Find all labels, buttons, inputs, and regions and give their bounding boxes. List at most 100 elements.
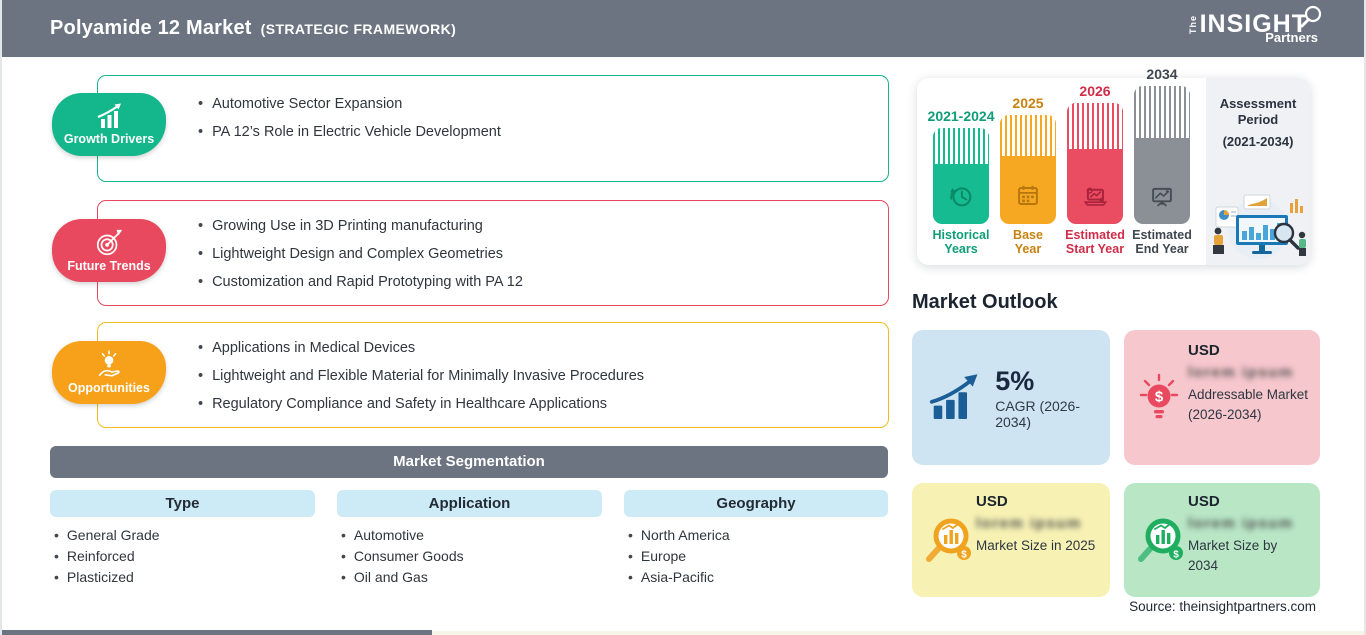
list-item: Consumer Goods — [341, 546, 602, 567]
cagr-value: 5% — [995, 365, 1035, 396]
list-item: Customization and Rapid Prototyping with… — [198, 268, 868, 296]
bar-group-start: 2026 Estimated Start Year — [1065, 83, 1125, 257]
market-outlook-title: Market Outlook — [912, 291, 1058, 313]
bottom-strip-dark — [2, 630, 432, 635]
growth-drivers-badge: Growth Drivers — [52, 93, 166, 156]
logo-the: The — [1187, 14, 1198, 34]
target-arrow-icon — [96, 229, 123, 256]
assessment-line: Period — [1237, 112, 1279, 127]
bar-hatch — [1134, 86, 1190, 139]
opportunities-badge: Opportunities — [52, 341, 166, 404]
segmentation-column-type: Type General Grade Reinforced Plasticize… — [50, 490, 315, 588]
column-list: Automotive Consumer Goods Oil and Gas — [337, 517, 602, 588]
card-body: USD lorem ipsum Addressable Market (2026… — [1188, 342, 1310, 425]
caption-line: Base — [1013, 228, 1043, 242]
segmentation-column-application: Application Automotive Consumer Goods Oi… — [337, 490, 602, 588]
svg-text:$: $ — [1155, 388, 1164, 405]
bar-caption: Estimated Start Year — [1065, 228, 1125, 257]
future-trends-badge: Future Trends — [52, 219, 166, 282]
list-item: Automotive Sector Expansion — [198, 90, 868, 118]
badge-label: Future Trends — [67, 259, 151, 273]
caption-line: Estimated — [1065, 228, 1125, 242]
bar-hatch — [933, 128, 989, 165]
card-currency: USD — [1188, 342, 1220, 359]
page-subtitle: (STRATEGIC FRAMEWORK) — [260, 21, 457, 37]
list-item: Regulatory Compliance and Safety in Heal… — [198, 390, 868, 418]
list-item: Asia-Pacific — [628, 567, 888, 588]
badge-label: Opportunities — [68, 381, 150, 395]
caption-line: Year — [1014, 241, 1042, 256]
card-label: Market Size by 2034 — [1188, 538, 1278, 573]
bar-group-base: 2025 Base Year — [1000, 95, 1056, 257]
laptop-analytics-icon — [1083, 187, 1108, 206]
opportunities-box: Applications in Medical Devices Lightwei… — [97, 322, 889, 428]
calendar-icon — [1018, 185, 1038, 205]
future-trends-box: Growing Use in 3D Printing manufacturing… — [97, 200, 889, 306]
dollar-bulb-icon: $ — [1139, 373, 1179, 418]
cagr-label: CAGR (2026-2034) — [995, 397, 1081, 430]
presentation-chart-icon — [1152, 187, 1172, 207]
infographic-page: Polyamide 12 Market (STRATEGIC FRAMEWORK… — [0, 0, 1366, 635]
estimated-start-year-bar — [1067, 103, 1123, 224]
card-hidden-value: lorem ipsum — [1188, 364, 1294, 381]
card-currency: USD — [976, 493, 1008, 510]
card-label: Addressable Market (2026-2034) — [1188, 387, 1309, 422]
list-item: Lightweight and Flexible Material for Mi… — [198, 362, 868, 390]
growth-drivers-list: Automotive Sector Expansion PA 12’s Role… — [98, 76, 888, 146]
bar-group-historical: 2021-2024 Historical Years — [928, 108, 995, 257]
caption-line: Years — [944, 241, 978, 256]
list-item: Reinforced — [54, 546, 315, 567]
bar-chart-up-icon — [97, 103, 121, 128]
card-label: Market Size in 2025 — [976, 538, 1096, 553]
base-year-bar — [1000, 115, 1056, 224]
list-item: Lightweight Design and Complex Geometrie… — [198, 240, 868, 268]
card-body: USD lorem ipsum Market Size by 2034 — [1188, 493, 1310, 576]
future-trends-list: Growing Use in 3D Printing manufacturing… — [98, 201, 888, 296]
bar-caption: Base Year — [1013, 228, 1043, 257]
bar-year-label: 2026 — [1079, 83, 1111, 99]
history-clock-icon — [950, 187, 972, 207]
assessment-timeline-card: 2021-2024 Historical Years 2025 Base Yea… — [917, 66, 1310, 265]
card-body: USD lorem ipsum Market Size in 2025 — [976, 493, 1100, 556]
assessment-period-range: (2021-2034) — [1222, 134, 1294, 149]
timeline-bars: 2021-2024 Historical Years 2025 Base Yea… — [928, 66, 1192, 265]
segmentation-column-geography: Geography North America Europe Asia-Paci… — [624, 490, 888, 588]
badge-label: Growth Drivers — [63, 132, 155, 146]
bar-group-end: 2034 Estimated End Year — [1132, 66, 1192, 257]
growth-drivers-box: Automotive Sector Expansion PA 12’s Role… — [97, 75, 889, 182]
svg-text:$: $ — [1173, 549, 1179, 560]
bar-caption: Historical Years — [932, 228, 990, 257]
bar-caption: Estimated End Year — [1132, 228, 1192, 257]
header-title: Polyamide 12 Market (STRATEGIC FRAMEWORK… — [50, 17, 456, 40]
insight-partners-logo: The INSIGHT Partners — [1187, 5, 1338, 45]
market-segmentation-header: Market Segmentation — [50, 446, 888, 478]
caption-line: Start Year — [1065, 241, 1125, 256]
bulb-in-hand-icon — [98, 350, 120, 377]
bar-hatch — [1067, 103, 1123, 149]
assessment-period-panel: Assessment Period (2021-2034) — [1206, 78, 1310, 265]
bottom-strip-light — [432, 631, 1364, 635]
source-attribution: Source: theinsightpartners.com — [1129, 599, 1316, 614]
list-item: Europe — [628, 546, 888, 567]
page-title: Polyamide 12 Market — [50, 17, 252, 39]
bar-hatch — [1000, 115, 1056, 157]
addressable-market-card: $ USD lorem ipsum Addressable Market (20… — [1124, 330, 1320, 465]
column-header: Application — [337, 490, 602, 517]
growth-bars-arrow-icon — [929, 373, 978, 419]
caption-line: End Year — [1135, 241, 1189, 256]
list-item: Applications in Medical Devices — [198, 334, 868, 362]
list-item: General Grade — [54, 525, 315, 546]
opportunities-list: Applications in Medical Devices Lightwei… — [98, 323, 888, 418]
list-item: Growing Use in 3D Printing manufacturing — [198, 212, 868, 240]
estimated-end-year-bar — [1134, 86, 1190, 224]
magnifier-chart-icon: $ — [926, 518, 971, 562]
list-item: PA 12’s Role in Electric Vehicle Develop… — [198, 118, 868, 146]
bar-year-label: 2034 — [1146, 66, 1178, 82]
caption-line: Historical — [932, 228, 990, 242]
list-item: North America — [628, 525, 888, 546]
bar-year-label: 2021-2024 — [927, 108, 995, 124]
magnifier-icon — [1300, 5, 1322, 27]
column-list: General Grade Reinforced Plasticized — [50, 517, 315, 588]
card-hidden-value: lorem ipsum — [1188, 515, 1294, 532]
card-currency: USD — [1188, 493, 1220, 510]
